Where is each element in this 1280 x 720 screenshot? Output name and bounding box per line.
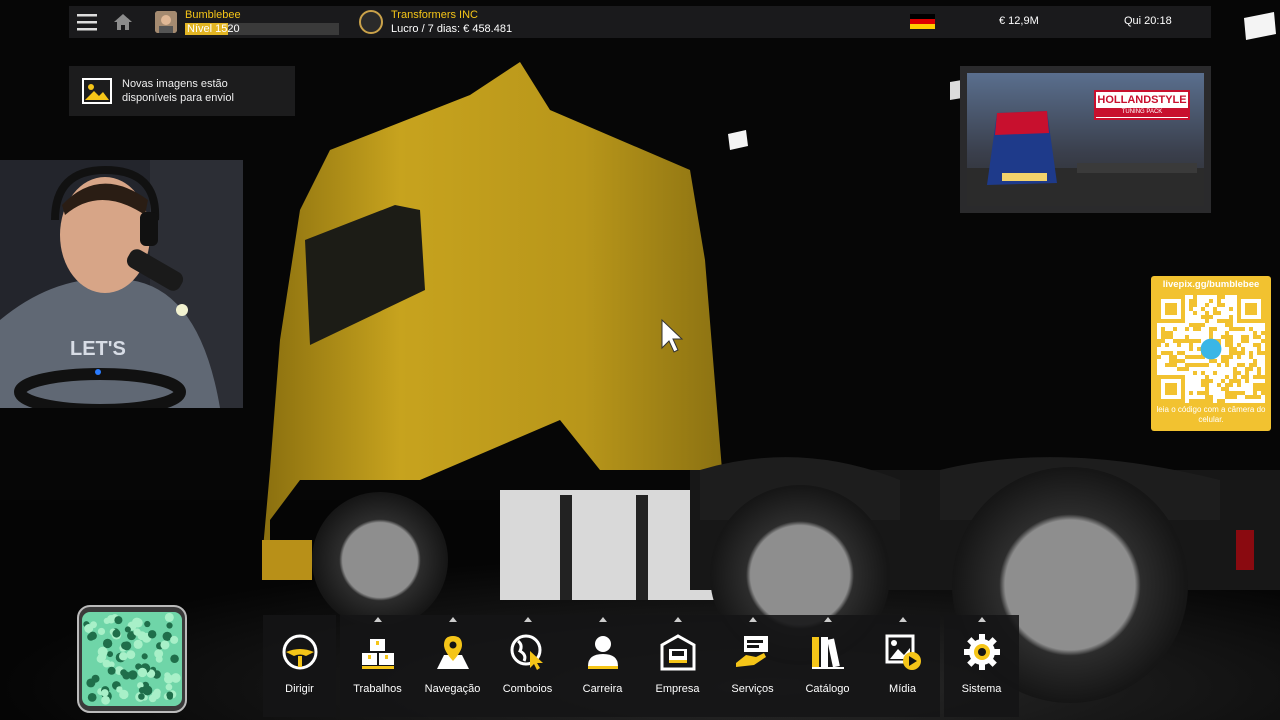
company-name: Transformers INC	[391, 8, 478, 21]
livepix-qr-panel: livepix.gg/bumblebee leia o código com a…	[1151, 276, 1271, 431]
globe-cursor-icon	[510, 634, 543, 670]
menu-dirigir[interactable]: Dirigir	[263, 615, 336, 717]
menu-midia[interactable]: Mídia	[865, 615, 940, 717]
player-info[interactable]: Bumblebee Nível 1520	[185, 9, 339, 35]
qr-code	[1157, 295, 1265, 403]
steering-wheel-icon	[282, 634, 317, 670]
garage-truck-icon	[660, 634, 695, 671]
money-balance: € 12,9M	[999, 15, 1039, 27]
menu-sistema[interactable]: Sistema	[944, 615, 1019, 717]
livepix-url: livepix.gg/bumblebee	[1162, 279, 1260, 290]
menu-servicos[interactable]: Serviços	[715, 615, 790, 717]
new-images-notification[interactable]: Novas imagens estão disponíveis para env…	[69, 66, 295, 116]
player-level: Nível 1520	[187, 23, 240, 35]
menu-empresa[interactable]: Empresa	[640, 615, 715, 717]
qr-caption: leia o código com a câmera do celular.	[1156, 405, 1266, 424]
hollandstyle-logo: HOLLANDSTYLE TUNING PACK	[1094, 90, 1190, 120]
main-menu: Dirigir Trabalhos Navegação Comboios Car…	[263, 615, 1019, 717]
company-profit: Lucro / 7 dias: € 458.481	[391, 22, 513, 35]
dlc-ad-banner[interactable]: HOLLANDSTYLE TUNING PACK	[960, 66, 1211, 213]
books-icon	[811, 637, 844, 669]
menu-comboios[interactable]: Comboios	[490, 615, 565, 717]
media-icon	[885, 634, 921, 670]
home-button[interactable]	[105, 6, 141, 38]
top-bar: Bumblebee Nível 1520 Transformers INC Lu…	[69, 6, 1211, 38]
germany-flag-icon	[910, 14, 935, 29]
service-hand-icon	[735, 636, 768, 667]
gumball-jar	[77, 605, 187, 713]
game-time: Qui 20:18	[1124, 15, 1172, 27]
shirt-text: LET'S	[70, 338, 126, 360]
webcam-overlay: LET'S	[0, 160, 243, 408]
person-icon	[587, 636, 618, 669]
home-icon	[114, 14, 132, 30]
menu-catalogo[interactable]: Catálogo	[790, 615, 865, 717]
notification-text: Novas imagens estão disponíveis para env…	[122, 78, 234, 104]
cargo-boxes-icon	[361, 639, 394, 669]
menu-carreira[interactable]: Carreira	[565, 615, 640, 717]
map-pin-icon	[436, 636, 469, 669]
company-logo[interactable]	[359, 10, 383, 34]
menu-navegacao[interactable]: Navegação	[415, 615, 490, 717]
player-level-bar: Nível 1520	[185, 23, 339, 35]
gear-icon	[963, 634, 1000, 670]
player-avatar[interactable]	[155, 11, 177, 33]
hamburger-icon	[77, 14, 97, 31]
menu-trabalhos[interactable]: Trabalhos	[340, 615, 415, 717]
company-info[interactable]: Transformers INC Lucro / 7 dias: € 458.4…	[391, 9, 512, 36]
image-icon	[82, 78, 112, 104]
menu-button[interactable]	[69, 6, 105, 38]
player-name: Bumblebee	[185, 9, 241, 21]
